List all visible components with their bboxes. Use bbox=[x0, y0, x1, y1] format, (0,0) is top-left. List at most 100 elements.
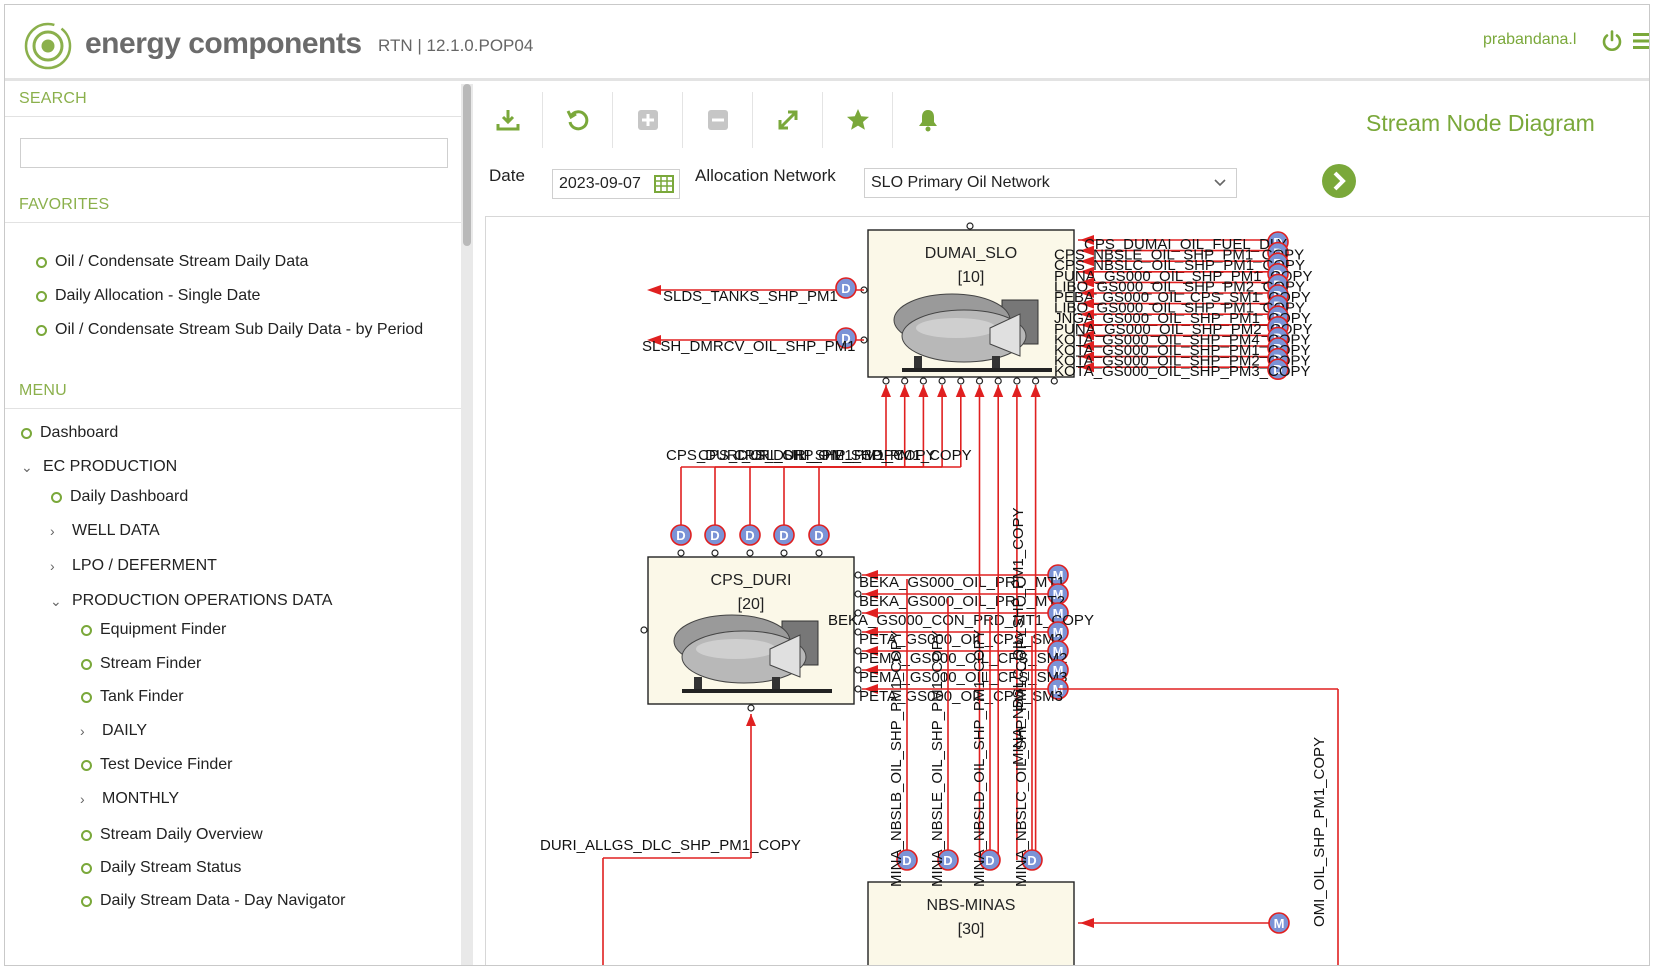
menu-item-daily-stream-status[interactable]: Daily Stream Status bbox=[81, 856, 241, 880]
allocation-network-select[interactable]: SLO Primary Oil Network bbox=[864, 168, 1237, 198]
node-port bbox=[957, 377, 965, 385]
go-button[interactable] bbox=[1321, 163, 1357, 199]
divider bbox=[5, 408, 461, 409]
data-badge-m[interactable]: M bbox=[1268, 912, 1290, 934]
power-icon[interactable] bbox=[1600, 29, 1624, 53]
node-port bbox=[919, 377, 927, 385]
bullet-icon bbox=[81, 691, 92, 703]
search-section-title: SEARCH bbox=[19, 90, 87, 107]
energy-components-logo bbox=[24, 22, 72, 70]
bullet-icon bbox=[36, 324, 47, 336]
main-content: Stream Node Diagram Date 2023-09-07 Allo… bbox=[473, 84, 1649, 965]
menu-item-monthly[interactable]: › MONTHLY bbox=[80, 787, 179, 811]
arrow-head bbox=[1030, 385, 1041, 397]
allocation-network-value: SLO Primary Oil Network bbox=[871, 174, 1050, 191]
notification-button[interactable] bbox=[893, 92, 963, 148]
bullet-icon bbox=[81, 862, 92, 874]
menu-item-stream-daily-overview[interactable]: Stream Daily Overview bbox=[81, 823, 263, 847]
menu-item-ec-production[interactable]: ⌄ EC PRODUCTION bbox=[21, 455, 177, 479]
star-icon bbox=[846, 109, 869, 130]
chevron-down-icon bbox=[1214, 179, 1226, 187]
calendar-icon[interactable] bbox=[654, 175, 674, 193]
stream-label: MINA_NBSLD_OIL_SHP_PM1_COPY bbox=[971, 629, 988, 887]
data-badge-d[interactable]: D bbox=[670, 524, 692, 546]
bullet-icon bbox=[81, 658, 92, 670]
stream-label: MINA_NBSLB_OIL_SHP_PM1_COPY bbox=[888, 630, 905, 887]
refresh-icon bbox=[566, 110, 588, 131]
menu-item-test-device-finder[interactable]: Test Device Finder bbox=[81, 753, 233, 777]
menu-item-label: Daily Dashboard bbox=[70, 488, 189, 505]
download-button[interactable] bbox=[473, 92, 543, 148]
version-label: RTN | 12.1.0.POP04 bbox=[378, 36, 534, 55]
arrow-head bbox=[899, 385, 910, 397]
menu-item-label: Stream Daily Overview bbox=[100, 826, 263, 843]
menu-item-stream-finder[interactable]: Stream Finder bbox=[81, 652, 201, 676]
data-badge-d[interactable]: D bbox=[808, 524, 830, 546]
chevron-down-icon: ⌄ bbox=[50, 592, 62, 609]
favorite-item[interactable]: Oil / Condensate Stream Daily Data bbox=[36, 250, 308, 274]
arrow-head bbox=[974, 385, 985, 397]
menu-item-label: Stream Finder bbox=[100, 655, 202, 672]
user-name[interactable]: prabandana.l bbox=[1483, 31, 1576, 49]
stream-label: DURI_ALLGS_DLC_SHP_PM1_COPY bbox=[540, 837, 801, 854]
menu-item-label: DAILY bbox=[102, 722, 148, 739]
node-name: DUMAI_SLO bbox=[925, 245, 1017, 262]
favorite-button[interactable] bbox=[823, 92, 893, 148]
svg-text:D: D bbox=[779, 528, 788, 543]
arrow-head bbox=[1080, 918, 1094, 928]
date-value: 2023-09-07 bbox=[559, 175, 641, 192]
node-port bbox=[1050, 377, 1058, 385]
node-port bbox=[711, 549, 719, 557]
menu-item-tank-finder[interactable]: Tank Finder bbox=[81, 685, 184, 709]
data-badge-d[interactable]: D bbox=[835, 277, 857, 299]
chevron-right-icon: › bbox=[50, 558, 55, 574]
favorites-section-title: FAVORITES bbox=[19, 196, 110, 213]
node-port bbox=[780, 549, 788, 557]
menu-item-production-operations-data[interactable]: ⌄ PRODUCTION OPERATIONS DATA bbox=[50, 589, 332, 613]
svg-text:D: D bbox=[710, 528, 719, 543]
node-port bbox=[975, 377, 984, 385]
stream-label: MINA_NBSLE_OIL_SHP_PM1_COPY bbox=[929, 630, 946, 887]
zoom-in-button[interactable] bbox=[613, 92, 683, 148]
node-port bbox=[815, 549, 823, 557]
data-badge-d[interactable]: D bbox=[704, 524, 726, 546]
date-field[interactable]: 2023-09-07 bbox=[552, 169, 680, 199]
stream-node-diagram[interactable]: DUMAI_SLO [10] D SLDS_TANKS_SHP_PM1 D SLSH_DM… bbox=[485, 216, 1649, 965]
sidebar-scrollbar[interactable] bbox=[461, 84, 473, 965]
node-port bbox=[901, 377, 909, 385]
node-name: NBS-MINAS bbox=[927, 897, 1016, 914]
favorite-item-label: Oil / Condensate Stream Sub Daily Data -… bbox=[55, 321, 424, 338]
arrow-head bbox=[881, 385, 891, 397]
svg-text:D: D bbox=[814, 528, 823, 543]
favorite-item[interactable]: Daily Allocation - Single Date bbox=[36, 284, 260, 308]
zoom-out-button[interactable] bbox=[683, 92, 753, 148]
refresh-button[interactable] bbox=[543, 92, 613, 148]
data-badge-d[interactable]: D bbox=[739, 524, 761, 546]
fit-to-screen-button[interactable] bbox=[753, 92, 823, 148]
stream-label: SLSH_DMRCV_OIL_SHP_PM1 bbox=[642, 338, 855, 355]
menu-section-title: MENU bbox=[19, 382, 67, 399]
bullet-icon bbox=[21, 427, 32, 439]
menu-item-lpo-deferment[interactable]: › LPO / DEFERMENT bbox=[50, 554, 217, 578]
menu-item-day-navigator[interactable]: Daily Stream Data - Day Navigator bbox=[81, 889, 345, 913]
menu-item-daily[interactable]: › DAILY bbox=[80, 719, 147, 743]
toolbar: Stream Node Diagram bbox=[473, 84, 1649, 150]
node-id: [10] bbox=[958, 269, 985, 286]
svg-text:D: D bbox=[745, 528, 754, 543]
menu-item-dashboard[interactable]: Dashboard bbox=[21, 421, 118, 445]
arrow-head bbox=[746, 714, 756, 726]
fit-icon bbox=[778, 110, 797, 130]
menu-item-label: Dashboard bbox=[40, 424, 119, 441]
stream-label: KOTA_GS000_OIL_SHP_PM3_COPY bbox=[1054, 363, 1311, 380]
hamburger-menu-icon[interactable] bbox=[1633, 31, 1650, 51]
chevron-right-icon: › bbox=[80, 791, 85, 807]
node-port bbox=[1031, 377, 1040, 385]
search-input[interactable] bbox=[20, 138, 448, 168]
data-badge-d[interactable]: D bbox=[773, 524, 795, 546]
menu-item-daily-dashboard[interactable]: Daily Dashboard bbox=[51, 485, 188, 509]
favorite-item[interactable]: Oil / Condensate Stream Sub Daily Data -… bbox=[36, 318, 423, 342]
menu-item-well-data[interactable]: › WELL DATA bbox=[50, 519, 160, 543]
menu-item-equipment-finder[interactable]: Equipment Finder bbox=[81, 618, 226, 642]
scrollbar-thumb[interactable] bbox=[463, 84, 471, 246]
favorite-item-label: Oil / Condensate Stream Daily Data bbox=[55, 253, 309, 270]
